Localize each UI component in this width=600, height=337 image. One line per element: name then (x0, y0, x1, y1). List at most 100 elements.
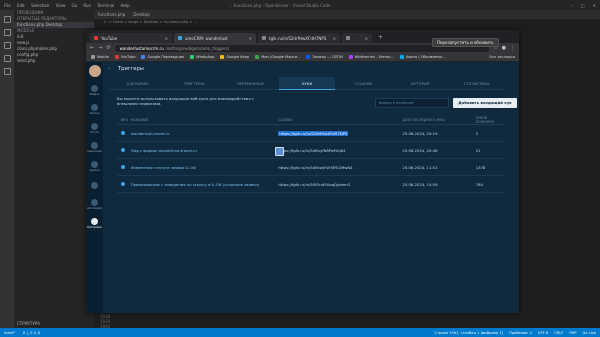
hooks-description: Вы можете использовать входящие веб-хуки… (117, 96, 254, 106)
activity-bar (0, 10, 14, 328)
hook-name[interactable]: Изменение статуса заявки U-ON (131, 165, 279, 170)
file-item[interactable]: send.php (14, 58, 94, 64)
bookmark-item[interactable]: WhatsApp (190, 55, 214, 59)
nav-deals[interactable]: Сделки (89, 157, 100, 176)
menu-run[interactable]: Run (83, 3, 91, 8)
hook-count: 1378 (475, 164, 486, 170)
close-icon[interactable]: ✕ (593, 3, 596, 8)
all-bookmarks[interactable]: Все закладки (489, 55, 519, 59)
nav-mail[interactable]: Почта (90, 119, 99, 138)
profile-icon[interactable]: ● (502, 45, 506, 51)
menu-terminal[interactable]: Terminal (97, 3, 114, 8)
hook-name[interactable]: Привязывание с заведения по ссылку в U-O… (131, 182, 279, 187)
close-tab-icon[interactable]: ✕ (249, 36, 252, 41)
youtube-icon (94, 36, 98, 40)
bookmark-item[interactable]: Google Переводчик (141, 55, 184, 59)
menu-icon[interactable]: ⋮ (510, 45, 515, 51)
enabled-toggle[interactable] (121, 164, 125, 169)
table-row[interactable]: Лид с формы wanderlust-travel.ru https:/… (117, 142, 505, 159)
minimize-icon[interactable]: – (571, 3, 573, 8)
hook-url[interactable]: https://tglk.ru/in/5dBxyfN8Pe6Vq84 (278, 148, 402, 153)
reload-icon[interactable]: ⟳ (106, 45, 110, 51)
window-controls[interactable]: – □ ✕ (571, 3, 596, 8)
breadcrumb[interactable]: C: > Users > serge > Desktop > functions… (94, 19, 600, 26)
hook-url[interactable]: https://tglk.ru/in/5dEkwjFvEMFE2MwN4 (278, 165, 402, 170)
close-tab-icon[interactable]: ✕ (333, 36, 336, 41)
bookmark-item[interactable]: Заказы — OZON (306, 55, 343, 59)
menu-view[interactable]: View (56, 3, 66, 8)
branch-indicator[interactable]: main* (4, 331, 15, 335)
nav-amomarket[interactable]: amomarket (87, 195, 102, 214)
editor-tab[interactable]: functions.php (98, 12, 125, 17)
forward-icon[interactable]: → (98, 45, 102, 51)
menu-edit[interactable]: Edit (17, 3, 25, 8)
tab-variables[interactable]: ПЕРЕМЕННЫЕ (222, 77, 279, 90)
update-tooltip[interactable]: Перезапустить и обновить (432, 38, 499, 47)
hook-name[interactable]: Лид с формы wanderlust-travel.ru (131, 148, 279, 153)
enabled-toggle[interactable] (121, 130, 125, 135)
encoding[interactable]: UTF-8 (538, 331, 548, 335)
tab-history[interactable]: ИСТОРИЯ (392, 77, 449, 90)
bookmark-item[interactable]: Mobile (91, 55, 109, 59)
bookmarks-bar: Mobile YouTube Google Переводчик WhatsAp… (86, 53, 519, 62)
chrome-tab[interactable]: tglk.ru/in/S2drfHwXFdH7NPS ✕ (258, 33, 340, 43)
tab-hooks[interactable]: ХУКИ (278, 76, 336, 90)
maximize-icon[interactable]: □ (581, 3, 585, 8)
bookmark-item[interactable]: Авито | Объявлени... (400, 55, 445, 59)
problems-indicator[interactable]: 0 △ 0 ⚠ 0 (23, 331, 40, 335)
menu-selection[interactable]: Selection (31, 3, 49, 8)
tab-statistics[interactable]: СТАТИСТИКА (448, 77, 505, 90)
enabled-toggle[interactable] (121, 147, 125, 152)
menu-go[interactable]: Go (72, 3, 78, 8)
back-arrow-icon[interactable]: ‹ (108, 62, 110, 77)
chrome-tab[interactable]: YouTube ✕ (90, 33, 172, 43)
explorer-icon[interactable] (3, 16, 11, 23)
bookmark-icon (141, 55, 146, 59)
menu-help[interactable]: Help (120, 3, 129, 8)
line-ending[interactable]: CRLF (554, 331, 563, 335)
close-tab-icon[interactable]: ✕ (365, 36, 368, 41)
language-mode[interactable]: PHP (569, 331, 576, 335)
back-icon[interactable]: ← (90, 45, 94, 51)
bookmark-item[interactable]: Мои (Google Маски... (255, 55, 300, 59)
chrome-tab[interactable]: ✕ (342, 33, 372, 43)
extensions-icon[interactable] (3, 68, 11, 75)
table-row[interactable]: Изменение статуса заявки U-ON https://tg… (117, 159, 505, 176)
indentation[interactable]: Пробелов: 2 (509, 331, 532, 335)
bookmark-item[interactable]: YouTube (114, 55, 135, 59)
run-debug-icon[interactable] (3, 55, 11, 62)
nav-lists[interactable]: Списки (90, 100, 99, 119)
search-input[interactable]: Введите название (375, 98, 449, 108)
go-live-button[interactable]: Go Live (583, 331, 596, 335)
add-hook-button[interactable]: Добавить входящий хук (453, 98, 517, 108)
cursor-position[interactable]: Строка 1941, столбец 1 (выбрано 1) (435, 331, 503, 335)
enabled-toggle[interactable] (121, 181, 125, 186)
vscode-menu[interactable]: File Edit Selection View Go Run Terminal… (4, 3, 135, 8)
nav-item[interactable] (91, 176, 98, 195)
hook-url[interactable]: https://tglk.ru/in/5f0Ond5XoqQybem3 (278, 182, 402, 187)
tab-triggers[interactable]: ТРИГГЕРЫ (166, 77, 223, 90)
nav-analytics[interactable]: Аналитика (87, 138, 102, 157)
hook-name[interactable]: wanderlust-travel.ru (131, 131, 279, 136)
new-tab-button[interactable]: + (374, 33, 387, 43)
bookmark-item[interactable]: Wildberries – Интер... (348, 55, 394, 59)
nav-tasks[interactable]: Задачи (90, 81, 99, 100)
avatar[interactable] (88, 65, 101, 77)
outline-header[interactable]: СТРУКТУРА (14, 321, 94, 328)
chrome-tab-active[interactable]: amoCRM: wanderlust ✕ (174, 33, 256, 43)
nav-settings[interactable]: Настройки (87, 214, 102, 233)
bookmark-item[interactable]: Google Keep (220, 55, 249, 59)
copy-cursor-icon (275, 147, 284, 156)
search-icon[interactable] (3, 29, 11, 36)
source-control-icon[interactable] (3, 42, 11, 49)
tab-links[interactable]: ССЫЛКИ (335, 77, 392, 90)
hook-url[interactable]: https://tglk.ru/in/S2drfHwXFdH7NPS (278, 130, 349, 136)
table-row[interactable]: Привязывание с заведения по ссылку в U-O… (117, 176, 505, 193)
menu-file[interactable]: File (4, 3, 11, 8)
close-tab-icon[interactable]: ✕ (165, 36, 168, 41)
amocrm-main: ‹ Триггеры СЦЕНАРИИ ТРИГГЕРЫ ПЕРЕМЕННЫЕ … (103, 62, 519, 313)
tab-scenarios[interactable]: СЦЕНАРИИ (109, 77, 166, 90)
table-row[interactable]: wanderlust-travel.ru https://tglk.ru/in/… (117, 125, 505, 142)
editor-tab[interactable]: Desktop (133, 12, 150, 17)
page-icon (346, 36, 350, 40)
